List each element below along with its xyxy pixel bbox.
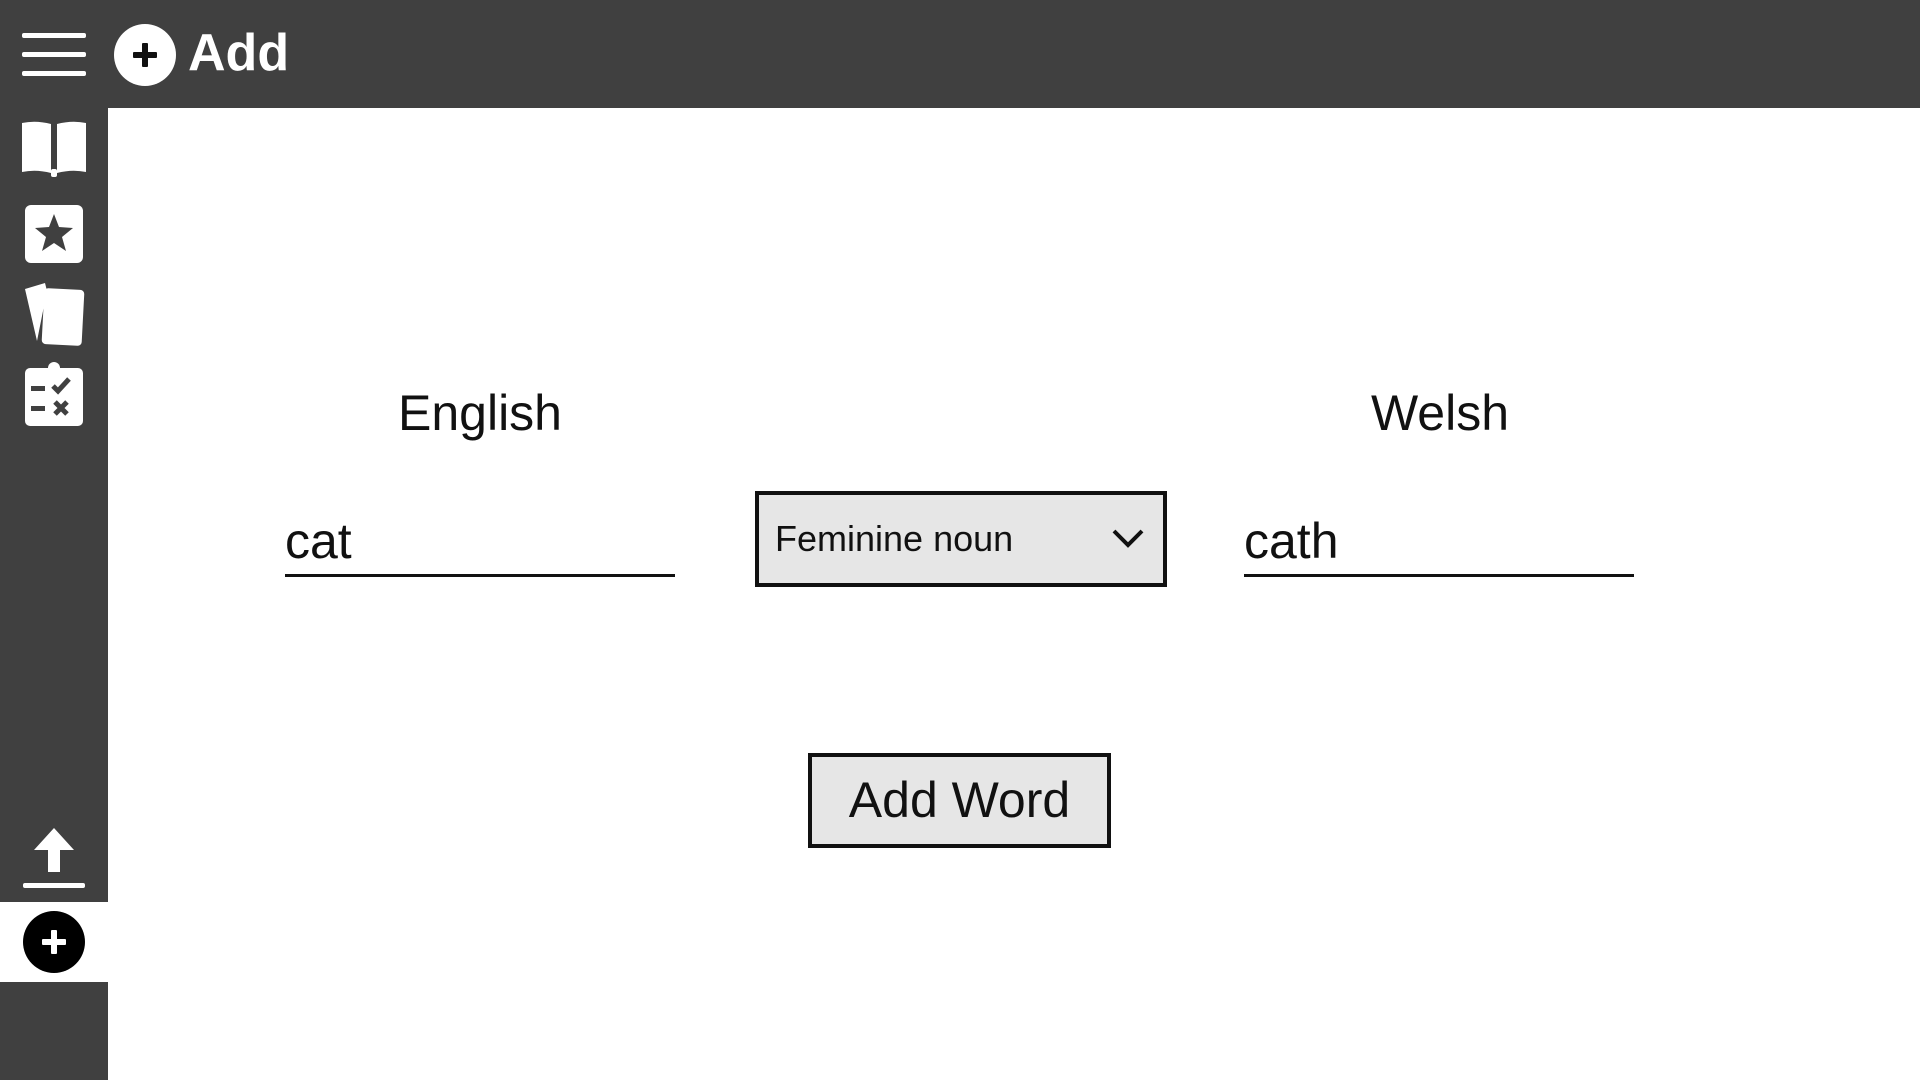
welsh-label: Welsh (1370, 385, 1509, 441)
cards-icon (25, 283, 85, 346)
english-label: English (398, 385, 562, 441)
star-icon (25, 205, 83, 263)
word-type-select[interactable]: Feminine noun (755, 491, 1167, 587)
sidebar-item-flashcards[interactable] (0, 276, 108, 352)
sidebar (0, 108, 108, 1080)
word-type-value: Feminine noun (775, 518, 1014, 559)
sidebar-item-upload[interactable] (0, 818, 108, 898)
sidebar-item-dictionary[interactable] (0, 114, 108, 186)
page-title: Add (188, 24, 290, 82)
plus-circle-icon (23, 911, 85, 973)
book-icon (22, 121, 86, 177)
english-input[interactable] (285, 508, 675, 577)
add-word-form: English Welsh Feminine noun Add Word (108, 108, 1920, 1080)
top-app-bar: Add (0, 0, 1920, 108)
hamburger-menu-icon[interactable] (22, 33, 86, 77)
upload-icon (23, 828, 85, 888)
sidebar-item-add[interactable] (0, 902, 108, 982)
sidebar-item-favourites[interactable] (0, 198, 108, 270)
sidebar-item-quiz[interactable] (0, 354, 108, 434)
chevron-down-icon (1112, 529, 1144, 548)
add-word-button[interactable]: Add Word (808, 753, 1111, 848)
clipboard-check-icon (25, 362, 83, 426)
plus-circle-icon (114, 24, 176, 86)
welsh-input[interactable] (1244, 508, 1634, 577)
